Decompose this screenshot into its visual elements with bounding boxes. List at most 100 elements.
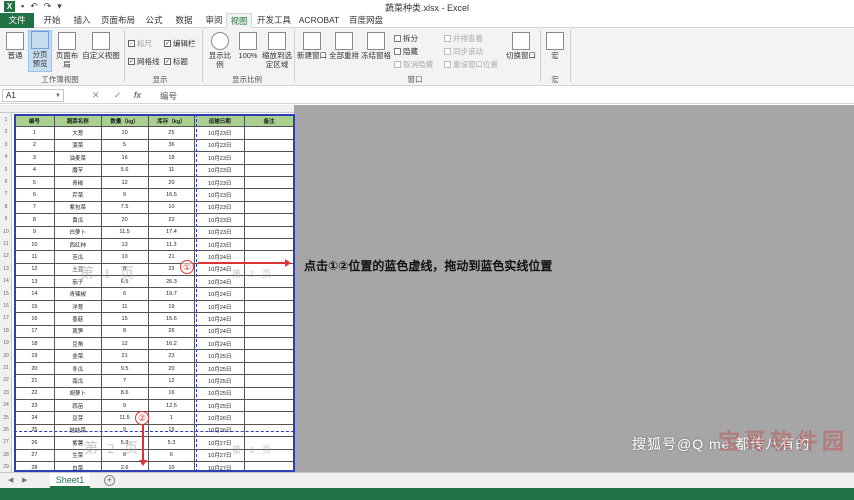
- table-cell[interactable]: 15.6: [147, 312, 196, 326]
- view-side-by-side-button[interactable]: 并排查看: [444, 33, 483, 44]
- row-number[interactable]: 5: [0, 167, 12, 173]
- table-cell[interactable]: 20: [147, 175, 196, 190]
- table-cell[interactable]: 17: [14, 324, 55, 339]
- table-cell[interactable]: 15: [14, 299, 55, 314]
- row-number[interactable]: 16: [0, 303, 12, 309]
- table-cell[interactable]: 韭菜: [53, 349, 102, 363]
- row-number[interactable]: 24: [0, 402, 12, 408]
- page-break-preview-button[interactable]: 分页预览: [28, 30, 52, 72]
- row-number[interactable]: 20: [0, 353, 12, 359]
- table-cell[interactable]: [244, 213, 294, 227]
- table-cell[interactable]: 5.3: [147, 436, 196, 450]
- table-cell[interactable]: 10月25日: [194, 374, 246, 388]
- table-cell[interactable]: 10: [100, 126, 149, 140]
- table-cell[interactable]: 大葱: [53, 126, 102, 140]
- table-cell[interactable]: 10月24日: [194, 312, 246, 326]
- table-cell[interactable]: 魔芋: [53, 163, 102, 177]
- table-cell[interactable]: 9.5: [100, 361, 149, 376]
- tab-page-layout[interactable]: 页面布局: [98, 13, 138, 28]
- table-cell[interactable]: 16.2: [147, 337, 196, 351]
- table-cell[interactable]: [244, 398, 294, 413]
- table-cell[interactable]: 22: [147, 213, 196, 227]
- tab-file[interactable]: 文件: [0, 13, 34, 28]
- table-cell[interactable]: [244, 411, 294, 425]
- row-number[interactable]: 1: [0, 117, 12, 123]
- table-cell[interactable]: 黄瓜: [53, 213, 102, 227]
- formula-input[interactable]: 编号: [160, 90, 177, 102]
- zoom-to-selection-button[interactable]: 缩放到选定区域: [262, 32, 292, 69]
- table-cell[interactable]: 16: [14, 312, 55, 326]
- row-number[interactable]: 4: [0, 154, 12, 160]
- sheet-tab-sheet1[interactable]: Sheet1: [50, 473, 90, 488]
- next-sheet-icon[interactable]: ▶: [22, 476, 27, 484]
- table-cell[interactable]: 10月25日: [194, 361, 246, 376]
- row-number[interactable]: 18: [0, 328, 12, 334]
- table-cell[interactable]: 16.5: [147, 188, 196, 202]
- table-cell[interactable]: [244, 287, 294, 301]
- table-cell[interactable]: 1: [14, 126, 55, 140]
- row-number[interactable]: 14: [0, 278, 12, 284]
- tab-formulas[interactable]: 公式: [140, 13, 168, 28]
- table-cell[interactable]: 12: [14, 262, 55, 277]
- table-cell[interactable]: 11.3: [147, 237, 196, 252]
- unhide-button[interactable]: 取消隐藏: [394, 59, 433, 70]
- table-cell[interactable]: [244, 299, 294, 314]
- row-number[interactable]: 21: [0, 365, 12, 371]
- sync-scroll-button[interactable]: 同步滚动: [444, 46, 483, 57]
- custom-views-button[interactable]: 自定义视图: [82, 32, 120, 60]
- row-number[interactable]: 25: [0, 415, 12, 421]
- row-number[interactable]: 10: [0, 229, 12, 235]
- column-header[interactable]: 数量（kg）: [100, 113, 149, 128]
- table-cell[interactable]: [244, 126, 294, 140]
- table-cell[interactable]: 冬瓜: [53, 361, 102, 376]
- table-cell[interactable]: 青辣椒: [53, 287, 102, 301]
- table-cell[interactable]: [244, 349, 294, 363]
- tab-baidu-netdisk[interactable]: 百度网盘: [346, 13, 386, 28]
- table-cell[interactable]: 10月23日: [194, 213, 246, 227]
- tab-developer[interactable]: 开发工具: [256, 13, 292, 28]
- row-number[interactable]: 11: [0, 241, 12, 247]
- table-cell[interactable]: [244, 374, 294, 388]
- column-header[interactable]: 库存（kg）: [147, 113, 196, 128]
- name-box[interactable]: A1 ▼: [2, 89, 64, 102]
- table-cell[interactable]: 10: [14, 237, 55, 252]
- table-cell[interactable]: [244, 237, 294, 252]
- switch-windows-button[interactable]: 切换窗口: [505, 32, 537, 60]
- table-cell[interactable]: [244, 138, 294, 153]
- gridlines-checkbox[interactable]: ✓ 网格线: [128, 56, 160, 67]
- table-cell[interactable]: 6: [100, 287, 149, 301]
- table-cell[interactable]: [244, 337, 294, 351]
- table-cell[interactable]: 5: [14, 175, 55, 190]
- table-cell[interactable]: 10月24日: [194, 324, 246, 339]
- table-cell[interactable]: 10月25日: [194, 349, 246, 363]
- table-cell[interactable]: 19: [147, 299, 196, 314]
- split-button[interactable]: 拆分: [394, 33, 418, 44]
- table-cell[interactable]: 蒜苗: [53, 398, 102, 413]
- tab-insert[interactable]: 插入: [68, 13, 96, 28]
- table-cell[interactable]: 8: [100, 324, 149, 339]
- column-header[interactable]: 编号: [14, 113, 55, 128]
- table-cell[interactable]: 18: [14, 337, 55, 351]
- table-cell[interactable]: 苦瓜: [53, 250, 102, 264]
- table-cell[interactable]: 6: [147, 448, 196, 462]
- table-cell[interactable]: [244, 225, 294, 239]
- row-number[interactable]: 17: [0, 315, 12, 321]
- formula-bar-checkbox[interactable]: ✓ 编辑栏: [164, 38, 196, 49]
- table-cell[interactable]: 10月23日: [194, 151, 246, 165]
- table-cell[interactable]: 19.7: [147, 287, 196, 301]
- cancel-icon[interactable]: ✕: [92, 90, 100, 101]
- table-cell[interactable]: 13: [14, 275, 55, 289]
- table-cell[interactable]: 青椒: [53, 175, 102, 190]
- tab-acrobat[interactable]: ACROBAT: [298, 13, 340, 28]
- table-cell[interactable]: 10月23日: [194, 225, 246, 239]
- row-number[interactable]: 19: [0, 340, 12, 346]
- row-number[interactable]: 8: [0, 204, 12, 210]
- table-cell[interactable]: 7.5: [100, 200, 149, 215]
- table-cell[interactable]: [244, 200, 294, 215]
- table-cell[interactable]: 2: [14, 138, 55, 153]
- new-window-button[interactable]: 新建窗口: [297, 32, 327, 60]
- table-cell[interactable]: 23: [147, 349, 196, 363]
- table-cell[interactable]: [244, 151, 294, 165]
- row-number[interactable]: 15: [0, 291, 12, 297]
- table-cell[interactable]: 22: [14, 386, 55, 401]
